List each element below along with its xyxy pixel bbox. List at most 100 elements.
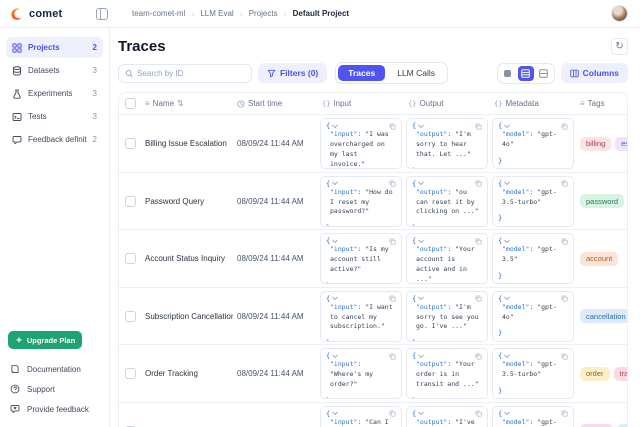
- copy-icon[interactable]: [475, 180, 482, 187]
- table-row[interactable]: Password Query 08/09/24 11:44 AM { "inpu…: [119, 173, 628, 231]
- copy-icon[interactable]: [389, 180, 396, 187]
- tag-pill[interactable]: account: [580, 252, 618, 266]
- upgrade-plan-button[interactable]: Upgrade Plan: [8, 331, 82, 349]
- chevron-down-icon[interactable]: [504, 181, 510, 186]
- chevron-down-icon[interactable]: [332, 411, 338, 416]
- metadata-json-cell[interactable]: { "model": "gpt-3.5" }: [492, 233, 574, 284]
- input-json-cell[interactable]: { "input": "Can I get a refund for my la…: [320, 406, 402, 427]
- row-checkbox[interactable]: [125, 253, 136, 264]
- sidebar-item-support[interactable]: Support: [6, 379, 103, 399]
- chevron-down-icon[interactable]: [504, 239, 510, 244]
- copy-icon[interactable]: [561, 410, 568, 417]
- search-box[interactable]: [118, 64, 252, 83]
- breadcrumb-item[interactable]: team-comet-ml: [132, 9, 185, 18]
- sidebar-item-feedback-definitions[interactable]: Feedback definitions 2: [6, 129, 103, 150]
- tag-pill[interactable]: billing: [580, 137, 611, 151]
- tag-pill[interactable]: order: [580, 367, 610, 381]
- copy-icon[interactable]: [475, 410, 482, 417]
- output-json-cell[interactable]: { "output": "Your account is active and …: [406, 233, 488, 284]
- metadata-json-cell[interactable]: { "model": "gpt-3.5" }: [492, 406, 574, 427]
- table-row[interactable]: Account Status Inquiry 08/09/24 11:44 AM…: [119, 230, 628, 288]
- chevron-down-icon[interactable]: [332, 181, 338, 186]
- output-json-cell[interactable]: { "output": "I've submitted your refund …: [406, 406, 488, 427]
- comet-logo[interactable]: comet: [10, 7, 80, 21]
- input-json-cell[interactable]: { "input": "Is my account still active?"…: [320, 233, 402, 284]
- tab-llm-calls[interactable]: LLM Calls: [387, 65, 445, 81]
- tab-traces[interactable]: Traces: [338, 65, 385, 81]
- copy-icon[interactable]: [561, 353, 568, 360]
- copy-icon[interactable]: [389, 238, 396, 245]
- copy-icon[interactable]: [389, 123, 396, 130]
- select-all-checkbox[interactable]: [125, 98, 136, 109]
- chevron-down-icon[interactable]: [418, 124, 424, 129]
- trace-name[interactable]: Order Tracking: [141, 369, 233, 378]
- chevron-down-icon[interactable]: [418, 181, 424, 186]
- tag-pill[interactable]: cancellation: [580, 309, 628, 323]
- tag-pill[interactable]: escalation: [615, 137, 628, 151]
- metadata-json-cell[interactable]: { "model": "gpt-4o" }: [492, 291, 574, 342]
- copy-icon[interactable]: [561, 295, 568, 302]
- row-checkbox[interactable]: [125, 138, 136, 149]
- filters-button[interactable]: Filters (0): [258, 63, 327, 83]
- trace-name[interactable]: Password Query: [141, 197, 233, 206]
- copy-icon[interactable]: [389, 353, 396, 360]
- copy-icon[interactable]: [561, 123, 568, 130]
- columns-button[interactable]: Columns: [561, 63, 628, 83]
- refresh-button[interactable]: ↻: [611, 38, 628, 55]
- chevron-down-icon[interactable]: [504, 411, 510, 416]
- sidebar-item-projects[interactable]: Projects 2: [6, 37, 103, 58]
- chevron-down-icon[interactable]: [418, 296, 424, 301]
- chevron-down-icon[interactable]: [332, 239, 338, 244]
- chevron-down-icon[interactable]: [418, 354, 424, 359]
- trace-name[interactable]: Billing Issue Escalation: [141, 139, 233, 148]
- chevron-down-icon[interactable]: [332, 296, 338, 301]
- sidebar-item-documentation[interactable]: Documentation: [6, 359, 103, 379]
- input-json-cell[interactable]: { "input": "I was overcharged on my last…: [320, 118, 402, 169]
- row-checkbox[interactable]: [125, 196, 136, 207]
- chevron-down-icon[interactable]: [418, 239, 424, 244]
- chevron-down-icon[interactable]: [332, 354, 338, 359]
- column-header-output[interactable]: {}Output: [404, 99, 490, 108]
- chevron-down-icon[interactable]: [332, 124, 338, 129]
- chevron-down-icon[interactable]: [504, 354, 510, 359]
- copy-icon[interactable]: [561, 238, 568, 245]
- chevron-down-icon[interactable]: [418, 411, 424, 416]
- column-header-tags[interactable]: ≡Tags: [576, 99, 628, 108]
- sidebar-item-tests[interactable]: Tests 3: [6, 106, 103, 127]
- trace-name[interactable]: Subscription Cancellation: [141, 312, 233, 321]
- metadata-json-cell[interactable]: { "model": "gpt-3.5-turbo" }: [492, 348, 574, 399]
- tag-pill[interactable]: tracking: [614, 367, 628, 381]
- search-input[interactable]: [137, 69, 245, 78]
- sidebar-item-provide-feedback[interactable]: Provide feedback: [6, 399, 103, 419]
- column-header-start-time[interactable]: Start time: [233, 99, 318, 108]
- output-json-cell[interactable]: { "output": "Your order is in transit an…: [406, 348, 488, 399]
- density-default-button[interactable]: [518, 66, 534, 81]
- table-row[interactable]: Refund Request 08/09/24 11:44 AM { "inpu…: [119, 403, 628, 427]
- row-checkbox[interactable]: [125, 368, 136, 379]
- copy-icon[interactable]: [475, 353, 482, 360]
- input-json-cell[interactable]: { "input": "Where's my order?" }: [320, 348, 402, 399]
- copy-icon[interactable]: [389, 410, 396, 417]
- metadata-json-cell[interactable]: { "model": "gpt-3.5-turbo" }: [492, 176, 574, 227]
- output-json-cell[interactable]: { "output": "I'm sorry to hear that. Let…: [406, 118, 488, 169]
- density-compact-button[interactable]: [500, 66, 516, 81]
- user-avatar[interactable]: [611, 5, 628, 22]
- sidebar-toggle-icon[interactable]: [96, 8, 108, 20]
- row-checkbox[interactable]: [125, 311, 136, 322]
- input-json-cell[interactable]: { "input": "How do I reset my password?"…: [320, 176, 402, 227]
- sort-icon[interactable]: ⇅: [177, 99, 184, 108]
- column-header-metadata[interactable]: {}Metadata: [490, 99, 576, 108]
- output-json-cell[interactable]: { "output": "ou can reset it by clicking…: [406, 176, 488, 227]
- table-row[interactable]: Order Tracking 08/09/24 11:44 AM { "inpu…: [119, 345, 628, 403]
- density-expanded-button[interactable]: [536, 66, 552, 81]
- copy-icon[interactable]: [475, 295, 482, 302]
- table-row[interactable]: Billing Issue Escalation 08/09/24 11:44 …: [119, 115, 628, 173]
- sidebar-item-datasets[interactable]: Datasets 3: [6, 60, 103, 81]
- copy-icon[interactable]: [389, 295, 396, 302]
- column-header-name[interactable]: ≡Name⇅: [141, 99, 233, 108]
- copy-icon[interactable]: [561, 180, 568, 187]
- column-header-input[interactable]: {}Input: [318, 99, 404, 108]
- sidebar-item-experiments[interactable]: Experiments 3: [6, 83, 103, 104]
- breadcrumb-item[interactable]: Projects: [249, 9, 278, 18]
- copy-icon[interactable]: [475, 238, 482, 245]
